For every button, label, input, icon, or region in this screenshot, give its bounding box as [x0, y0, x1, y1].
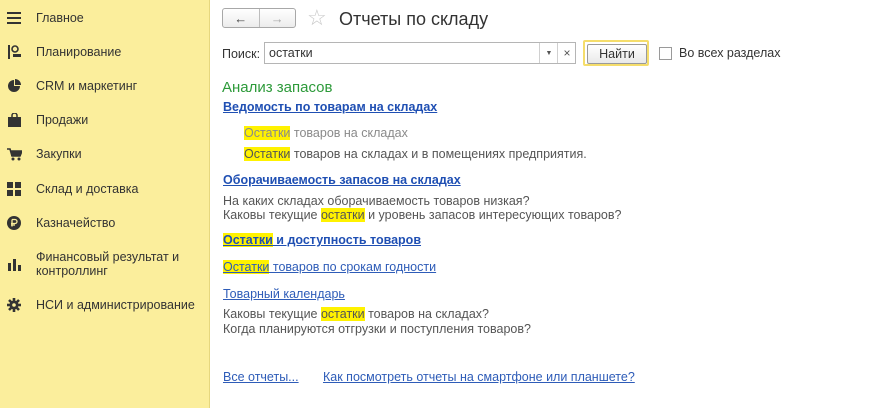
menu-lines-icon: [6, 10, 22, 26]
sidebar-item-main[interactable]: Главное: [0, 10, 210, 26]
dropdown-icon[interactable]: ▼: [539, 43, 558, 63]
sidebar-item-label: Закупки: [36, 147, 82, 161]
subreport-link-stock-balance[interactable]: Остатки товаров на складах: [244, 126, 408, 141]
sidebar-item-admin[interactable]: НСИ и администрирование: [0, 297, 210, 313]
clear-icon[interactable]: ×: [557, 43, 576, 63]
sidebar-item-treasury[interactable]: Казначейство: [0, 215, 210, 231]
report-description: Каковы текущие остатки товаров на склада…: [223, 307, 489, 321]
cart-icon: [6, 146, 22, 162]
sidebar-item-purchases[interactable]: Закупки: [0, 146, 210, 162]
main-content: ← → ☆ Отчеты по складу Поиск: ▼ × Найти …: [211, 0, 883, 408]
sidebar-item-financial-result[interactable]: Финансовый результат и контроллинг: [0, 250, 210, 280]
sidebar-item-warehouse[interactable]: Склад и доставка: [0, 181, 210, 197]
bar-chart-icon: [6, 257, 22, 273]
report-link-stock-sheet[interactable]: Ведомость по товарам на складах: [223, 100, 437, 115]
back-button[interactable]: ←: [223, 9, 259, 27]
planning-icon: [6, 44, 22, 60]
gear-icon: [6, 297, 22, 313]
report-link-calendar[interactable]: Товарный календарь: [223, 287, 345, 302]
report-link-turnover[interactable]: Оборачиваемость запасов на складах: [223, 173, 461, 188]
sidebar-item-label: Склад и доставка: [36, 182, 139, 196]
search-field: ▼ ×: [264, 42, 576, 64]
sidebar-item-crm[interactable]: CRM и маркетинг: [0, 78, 210, 94]
pie-chart-icon: [6, 78, 22, 94]
sidebar-item-planning[interactable]: Планирование: [0, 44, 210, 60]
favorite-star-icon[interactable]: ☆: [307, 7, 327, 29]
arrow-left-icon: ←: [234, 10, 248, 26]
find-button[interactable]: Найти: [583, 40, 649, 66]
group-title: Анализ запасов: [222, 79, 333, 96]
all-sections-option[interactable]: Во всех разделах: [659, 46, 780, 60]
report-description: Каковы текущие остатки и уровень запасов…: [223, 208, 622, 222]
search-input[interactable]: [265, 43, 535, 63]
sidebar-item-label: CRM и маркетинг: [36, 79, 138, 93]
sidebar-item-label: Финансовый результат и контроллинг: [36, 250, 180, 278]
search-label: Поиск:: [222, 47, 261, 61]
coin-icon: [6, 215, 22, 231]
subreport-link-stock-premises[interactable]: Остатки товаров на складах и в помещения…: [244, 147, 587, 162]
find-button-label: Найти: [587, 44, 647, 64]
sidebar-item-label: Продажи: [36, 113, 89, 127]
search-highlight: Остатки: [244, 147, 291, 161]
history-nav: ← →: [222, 8, 296, 28]
shopping-bag-icon: [6, 112, 22, 128]
report-description: На каких складах оборачиваемость товаров…: [223, 194, 530, 208]
sidebar: Главное Планирование CRM и маркетинг Про…: [0, 0, 210, 408]
all-sections-label: Во всех разделах: [679, 46, 781, 60]
all-sections-checkbox[interactable]: [659, 46, 672, 60]
report-link-expiry[interactable]: Остатки товаров по срокам годности: [223, 260, 436, 275]
warehouse-icon: [6, 181, 22, 197]
sidebar-item-label: Планирование: [36, 45, 122, 59]
mobile-reports-link[interactable]: Как посмотреть отчеты на смартфоне или п…: [323, 370, 635, 385]
forward-button[interactable]: →: [258, 9, 296, 27]
arrow-right-icon: →: [270, 10, 284, 26]
report-link-availability[interactable]: Остатки и доступность товаров: [223, 233, 421, 248]
search-highlight: остатки: [320, 307, 365, 321]
search-highlight: Остатки: [223, 260, 270, 274]
search-highlight: Остатки: [244, 126, 291, 140]
sidebar-item-sales[interactable]: Продажи: [0, 112, 210, 128]
sidebar-item-label: НСИ и администрирование: [36, 298, 195, 312]
sidebar-item-label: Главное: [36, 11, 84, 25]
sidebar-item-label: Казначейство: [36, 216, 116, 230]
all-reports-link[interactable]: Все отчеты...: [223, 370, 299, 385]
search-highlight: остатки: [320, 208, 365, 222]
report-description: Когда планируются отгрузки и поступления…: [223, 322, 531, 336]
page-title: Отчеты по складу: [339, 9, 489, 29]
search-highlight: Остатки: [223, 233, 273, 247]
